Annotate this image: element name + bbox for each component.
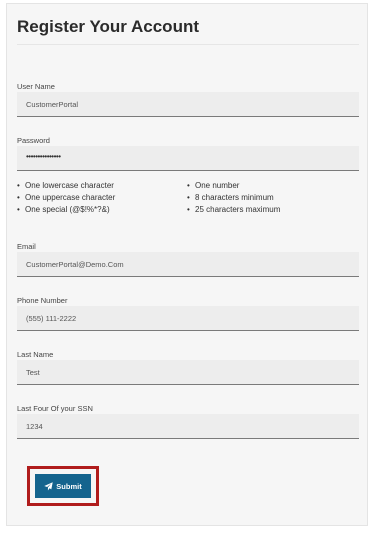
phone-input[interactable]: (555) 111-2222	[17, 306, 359, 331]
lastname-label: Last Name	[17, 350, 54, 359]
email-value: CustomerPortal@Demo.Com	[26, 260, 124, 269]
username-input[interactable]: CustomerPortal	[17, 92, 359, 117]
lastname-value: Test	[26, 368, 40, 377]
ssn-input[interactable]: 1234	[17, 414, 359, 439]
title-divider	[17, 44, 359, 45]
username-value: CustomerPortal	[26, 100, 79, 109]
phone-value: (555) 111-2222	[26, 314, 77, 323]
page-title: Register Your Account	[17, 17, 199, 36]
lastname-input[interactable]: Test	[17, 360, 359, 385]
rule-item: 25 characters maximum	[187, 204, 280, 216]
register-card: Register Your Account User Name Customer…	[6, 3, 368, 526]
submit-button[interactable]: Submit	[35, 474, 91, 498]
rule-item: One lowercase character	[17, 180, 115, 192]
rule-item: One uppercase character	[17, 192, 115, 204]
submit-label: Submit	[56, 481, 82, 491]
paper-plane-icon	[44, 481, 53, 490]
password-value: •••••••••••••••	[26, 152, 61, 161]
password-label: Password	[17, 136, 50, 145]
email-input[interactable]: CustomerPortal@Demo.Com	[17, 252, 359, 277]
rule-item: One special (@$!%*?&)	[17, 204, 115, 216]
password-rules-right: One number 8 characters minimum 25 chara…	[187, 180, 280, 216]
phone-label: Phone Number	[17, 296, 68, 305]
ssn-value: 1234	[26, 422, 43, 431]
rule-item: One number	[187, 180, 280, 192]
username-label: User Name	[17, 82, 55, 91]
password-rules-left: One lowercase character One uppercase ch…	[17, 180, 115, 216]
submit-highlight: Submit	[27, 466, 99, 506]
email-label: Email	[17, 242, 36, 251]
ssn-label: Last Four Of your SSN	[17, 404, 93, 413]
rule-item: 8 characters minimum	[187, 192, 280, 204]
password-input[interactable]: •••••••••••••••	[17, 146, 359, 171]
